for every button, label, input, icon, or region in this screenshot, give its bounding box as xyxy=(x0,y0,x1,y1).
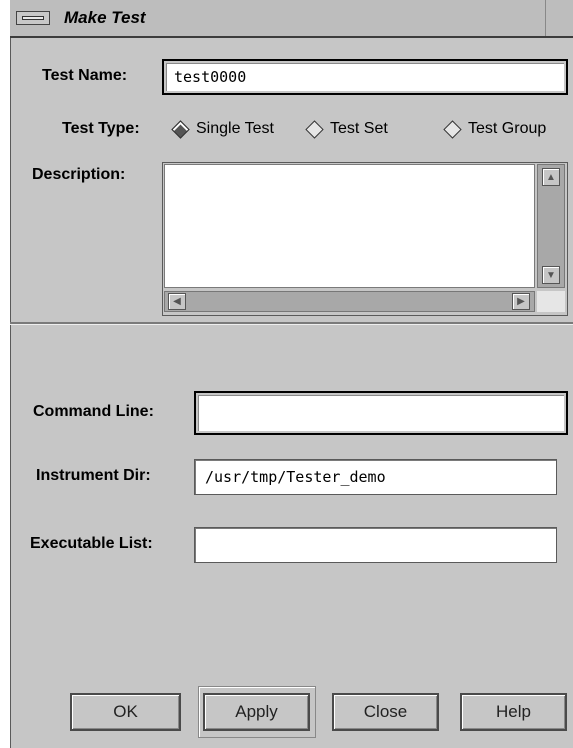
apply-button[interactable]: Apply xyxy=(203,693,310,731)
test-name-field[interactable] xyxy=(162,59,568,95)
command-line-label: Command Line: xyxy=(33,403,154,420)
diamond-radio-icon xyxy=(443,119,462,139)
down-arrow-icon[interactable]: ▼ xyxy=(542,266,560,284)
help-button[interactable]: Help xyxy=(460,693,567,731)
command-line-input[interactable] xyxy=(196,393,566,433)
title-divider xyxy=(545,0,546,36)
test-type-label: Test Type: xyxy=(62,120,140,137)
horizontal-scrollbar[interactable]: ◀ ▶ xyxy=(164,291,535,312)
radio-single-test[interactable]: Single Test xyxy=(170,119,274,139)
instrument-dir-field[interactable] xyxy=(194,459,557,495)
executable-list-input[interactable] xyxy=(195,528,556,562)
test-name-input[interactable] xyxy=(164,61,566,93)
make-test-dialog: Make Test Test Name: Test Type: Single T… xyxy=(10,0,573,748)
radio-single-test-label: Single Test xyxy=(196,120,274,137)
radio-test-group-label: Test Group xyxy=(468,120,547,137)
left-arrow-icon[interactable]: ◀ xyxy=(168,293,186,310)
instrument-dir-label: Instrument Dir: xyxy=(36,467,151,484)
radio-test-group[interactable]: Test Group xyxy=(442,119,547,139)
instrument-dir-input[interactable] xyxy=(195,460,556,494)
description-textarea[interactable] xyxy=(164,164,535,288)
scroll-corner xyxy=(537,291,565,312)
executable-list-field[interactable] xyxy=(194,527,557,563)
right-arrow-icon[interactable]: ▶ xyxy=(512,293,530,310)
executable-list-label: Executable List: xyxy=(30,535,153,552)
diamond-radio-icon xyxy=(305,119,324,139)
test-name-label: Test Name: xyxy=(42,67,128,84)
description-label: Description: xyxy=(32,166,126,183)
title-bar[interactable]: Make Test xyxy=(10,0,573,38)
diamond-radio-selected-icon xyxy=(171,119,190,139)
close-button[interactable]: Close xyxy=(332,693,439,731)
window-title: Make Test xyxy=(64,8,146,27)
section-divider xyxy=(10,322,573,325)
command-line-field[interactable] xyxy=(194,391,568,435)
radio-test-set-label: Test Set xyxy=(330,120,388,137)
ok-button[interactable]: OK xyxy=(70,693,181,731)
description-scrolled-area: ▲ ▼ ◀ ▶ xyxy=(162,162,568,316)
window-menu-icon[interactable] xyxy=(16,11,50,25)
vertical-scrollbar[interactable]: ▲ ▼ xyxy=(537,164,565,288)
radio-test-set[interactable]: Test Set xyxy=(304,119,388,139)
up-arrow-icon[interactable]: ▲ xyxy=(542,168,560,186)
